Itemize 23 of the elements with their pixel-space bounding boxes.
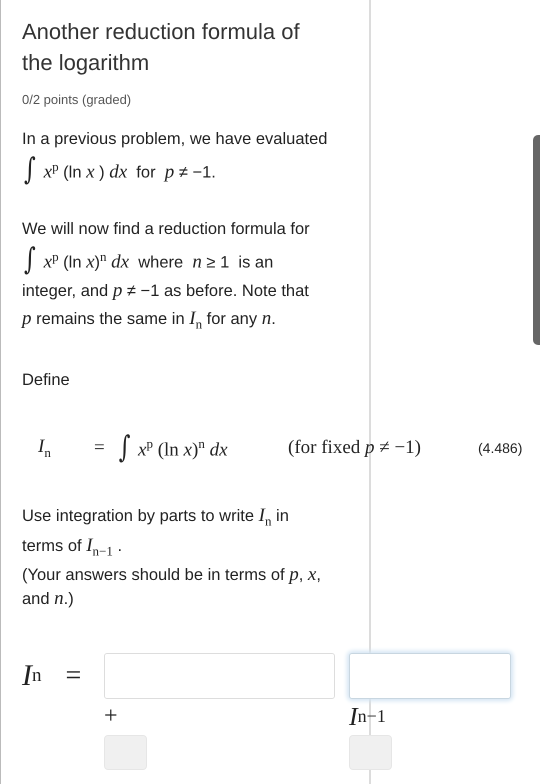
- math-expression: I$_{n}$: [38, 436, 52, 461]
- problem-text: x$^{p}$ (ln x)$^{n}$ dx where n ≥ 1 is an: [44, 248, 274, 275]
- problem-text: Define: [22, 370, 70, 392]
- integral-sign: ∫: [118, 433, 132, 464]
- equals-sign: =: [66, 658, 82, 693]
- problem-text: (Your answers should be in terms of p, x,: [22, 562, 321, 587]
- problem-text: terms of I$_{n−1}$ .: [22, 534, 122, 560]
- math-expression: x$^{p}$ (ln x)$^{n}$ dx: [138, 436, 228, 461]
- problem-text: Use integration by parts to write I$_{n}$ in: [22, 504, 289, 531]
- points-label: 0/2 points (graded): [22, 92, 132, 107]
- problem-text: We will now find a reduction formula for: [22, 219, 310, 240]
- equation-number: (4.486): [478, 440, 524, 456]
- math-label: +: [104, 702, 118, 732]
- problem-title: Another reduction formula of the logarithm: [22, 18, 301, 77]
- problem-text: In a previous problem, we have evaluated: [22, 129, 328, 150]
- integral-sign: ∫: [24, 155, 36, 185]
- equals-sign: =: [94, 437, 106, 460]
- integral-sign: ∫: [24, 245, 36, 275]
- problem-text: and n.): [22, 586, 74, 611]
- problem-text: p remains the same in I$_{n}$ for any n.: [22, 307, 276, 334]
- problem-text: integer, and p ≠ −1 as before. Note that: [22, 279, 309, 303]
- problem-text: x$^{p}$ (ln x ) dx for p ≠ −1.: [44, 158, 216, 185]
- equation-condition: (for fixed p ≠ −1): [288, 437, 422, 460]
